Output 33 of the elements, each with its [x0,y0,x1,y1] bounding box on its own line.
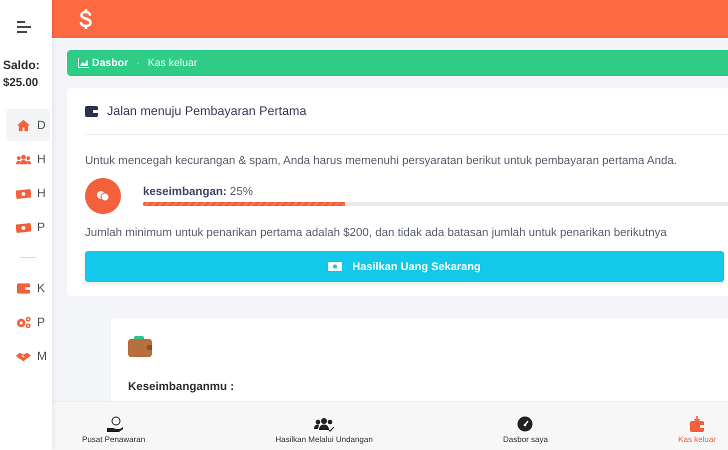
sidebar-item[interactable]: D [6,109,50,141]
nav-tab[interactable]: Pusat Penawaran [76,402,152,450]
wallet-icon [85,106,98,116]
users-icon [314,416,334,432]
sidebar-item[interactable]: K [6,272,50,304]
sidebar-item[interactable]: M [6,340,50,372]
banknote-icon [328,262,342,271]
breadcrumb-separator: · [136,57,140,69]
sidebar-item[interactable]: P [6,306,50,338]
intro-text: Untuk mencegah kecurangan & spam, Anda harus memenuhi persyaratan berikut untuk pembayaran pertama Anda. [85,155,678,167]
menu-icon[interactable] [17,20,31,34]
note-text: Jumlah minimum untuk penarikan pertama adalah $200, dan tidak ada batasan jumlah untuk penarikan berikutnya [85,227,668,239]
sidebar-item[interactable]: H [6,143,50,175]
sidebar-item[interactable]: P [6,211,50,243]
card-title: Jalan menuju Pembayaran Pertama [107,104,306,118]
progress-label: keseimbangan: 25% [143,186,254,198]
balance-heading: Keseimbanganmu : [128,381,236,393]
banknote-icon [16,220,31,234]
chart-icon [78,58,89,68]
coin-glyph-icon [96,190,110,202]
balance-value: $25.00 [3,77,38,89]
users-icon [16,152,31,166]
banknote-icon [16,186,31,200]
gauge-icon [515,416,536,432]
balance-label: Saldo: [3,58,40,72]
wallet-icon [16,282,31,294]
sidebar-item[interactable]: H [6,177,50,209]
gears-icon [16,316,31,328]
nav-tab[interactable]: Hasilkan Melalui Undangan [269,402,379,450]
home-icon [16,118,31,132]
nav-tab[interactable]: Dasbor saya [497,402,554,450]
wallet-icon [128,336,152,357]
dollar-logo-icon[interactable] [78,9,94,29]
